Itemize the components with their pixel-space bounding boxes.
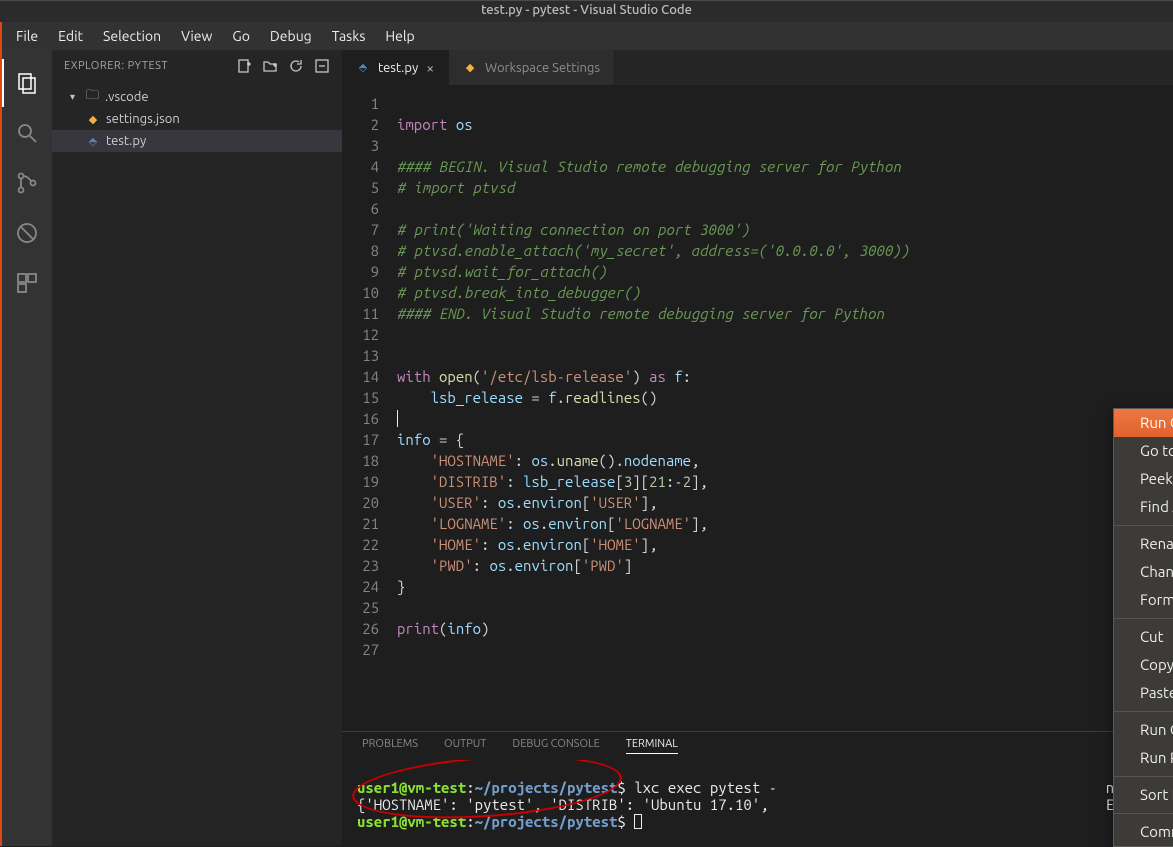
menu-tasks[interactable]: Tasks (322, 24, 376, 48)
menu-separator (1114, 525, 1173, 526)
context-item-rename-symbol[interactable]: Rename SymbolF2 (1114, 530, 1173, 558)
sidebar-actions (236, 58, 330, 74)
context-item-command-palette-[interactable]: Command Palette...Ctrl+Shift+P (1114, 818, 1173, 846)
chevron-down-icon: ▾ (70, 91, 80, 103)
menu-file[interactable]: File (6, 24, 48, 48)
code-content[interactable]: import os #### BEGIN. Visual Studio remo… (397, 85, 909, 731)
tab-label: Workspace Settings (485, 61, 600, 75)
activity-bar (2, 50, 52, 846)
menu-edit[interactable]: Edit (48, 24, 93, 48)
menu-separator (1114, 711, 1173, 712)
menu-help[interactable]: Help (375, 24, 424, 48)
menu-separator (1114, 813, 1173, 814)
json-file-icon: ◆ (463, 61, 477, 75)
file-tree: ▾ 🗀 .vscode ◆ settings.json ⬘ test.py (52, 82, 342, 156)
tree-folder-vscode[interactable]: ▾ 🗀 .vscode (52, 86, 342, 108)
new-file-icon[interactable] (236, 58, 252, 74)
panel-tabs: PROBLEMS OUTPUT DEBUG CONSOLE TERMINAL (342, 732, 1173, 760)
editor-area: ⬘ test.py × ◆ Workspace Settings 12345678910… (342, 50, 1173, 846)
menu-bar: FileEditSelectionViewGoDebugTasksHelp (0, 22, 1173, 50)
context-item-paste[interactable]: PasteCtrl+V (1114, 679, 1173, 707)
terminal[interactable]: user1@vm-test:~/projects/pytest$ lxc exe… (342, 760, 1173, 846)
context-item-format-document[interactable]: Format DocumentCtrl+Shift+I (1114, 586, 1173, 614)
refresh-icon[interactable] (288, 58, 304, 74)
menu-view[interactable]: View (171, 24, 222, 48)
tab-label: test.py (378, 61, 418, 75)
terminal-cmd: lxc exec pytest - (626, 779, 777, 796)
editor-tab[interactable]: ◆ Workspace Settings (449, 50, 615, 85)
menu-selection[interactable]: Selection (93, 24, 171, 48)
sidebar-title: EXPLORER: PYTEST (64, 60, 168, 72)
panel-tab-terminal[interactable]: TERMINAL (626, 738, 678, 754)
python-file-icon: ⬘ (356, 61, 370, 75)
terminal-output: {'HOSTNAME': 'pytest', 'DISTRIB': 'Ubunt… (357, 796, 769, 813)
tree-file-test[interactable]: ⬘ test.py (52, 130, 342, 152)
tree-label: test.py (106, 134, 146, 148)
context-item-sort-imports[interactable]: Sort Imports (1114, 781, 1173, 809)
terminal-user: user1@vm-test (357, 779, 466, 796)
tree-label: .vscode (105, 90, 149, 104)
context-item-peek-definition[interactable]: Peek DefinitionCtrl+Shift+F10 (1114, 465, 1173, 493)
close-icon[interactable]: × (426, 60, 434, 76)
context-item-run-python-file-in-terminal[interactable]: Run Python File in Terminal (1114, 744, 1173, 772)
source-control-icon[interactable] (2, 158, 52, 208)
panel-tab-output[interactable]: OUTPUT (444, 738, 486, 754)
collapse-icon[interactable] (314, 58, 330, 74)
debug-icon[interactable] (2, 208, 52, 258)
context-item-find-all-references[interactable]: Find All ReferencesShift+F12 (1114, 493, 1173, 521)
context-item-copy[interactable]: CopyCtrl+C (1114, 651, 1173, 679)
extensions-icon[interactable] (2, 258, 52, 308)
new-folder-icon[interactable] (262, 58, 278, 74)
bottom-panel: PROBLEMS OUTPUT DEBUG CONSOLE TERMINAL user… (342, 731, 1173, 846)
title-bar: test.py - pytest - Visual Studio Code (0, 0, 1173, 22)
json-file-icon: ◆ (86, 112, 100, 126)
menu-debug[interactable]: Debug (260, 24, 322, 48)
panel-tab-problems[interactable]: PROBLEMS (362, 738, 418, 754)
terminal-cursor (634, 814, 642, 829)
context-item-run-current-unit-test-file[interactable]: Run Current Unit Test File (1114, 716, 1173, 744)
folder-icon: 🗀 (86, 86, 99, 108)
context-item-cut[interactable]: CutCtrl+X (1114, 623, 1173, 651)
tree-file-settings[interactable]: ◆ settings.json (52, 108, 342, 130)
menu-separator (1114, 776, 1173, 777)
sidebar: EXPLORER: PYTEST ▾ 🗀 .vscode ◆ settings.… (52, 50, 342, 846)
context-item-go-to-definition[interactable]: Go to DefinitionF12 (1114, 437, 1173, 465)
tree-label: settings.json (106, 112, 180, 126)
editor-tab[interactable]: ⬘ test.py × (342, 50, 449, 85)
context-item-run-code[interactable]: Run CodeAlt+Ctrl+N (1114, 409, 1173, 437)
editor-tabs: ⬘ test.py × ◆ Workspace Settings (342, 50, 1173, 85)
menu-go[interactable]: Go (222, 24, 259, 48)
terminal-path: ~/projects/pytest (475, 779, 618, 796)
menu-separator (1114, 618, 1173, 619)
context-item-change-all-occurrences[interactable]: Change All OccurrencesCtrl+F2 (1114, 558, 1173, 586)
search-icon[interactable] (2, 108, 52, 158)
line-gutter: 1234567891011121314151617181920212223242… (342, 85, 397, 731)
sidebar-header: EXPLORER: PYTEST (52, 50, 342, 82)
code-editor[interactable]: 1234567891011121314151617181920212223242… (342, 85, 1173, 731)
python-file-icon: ⬘ (86, 134, 100, 148)
context-menu: Run CodeAlt+Ctrl+NGo to DefinitionF12Pee… (1113, 408, 1173, 847)
panel-tab-debug-console[interactable]: DEBUG CONSOLE (512, 738, 599, 754)
explorer-icon[interactable] (2, 58, 52, 108)
